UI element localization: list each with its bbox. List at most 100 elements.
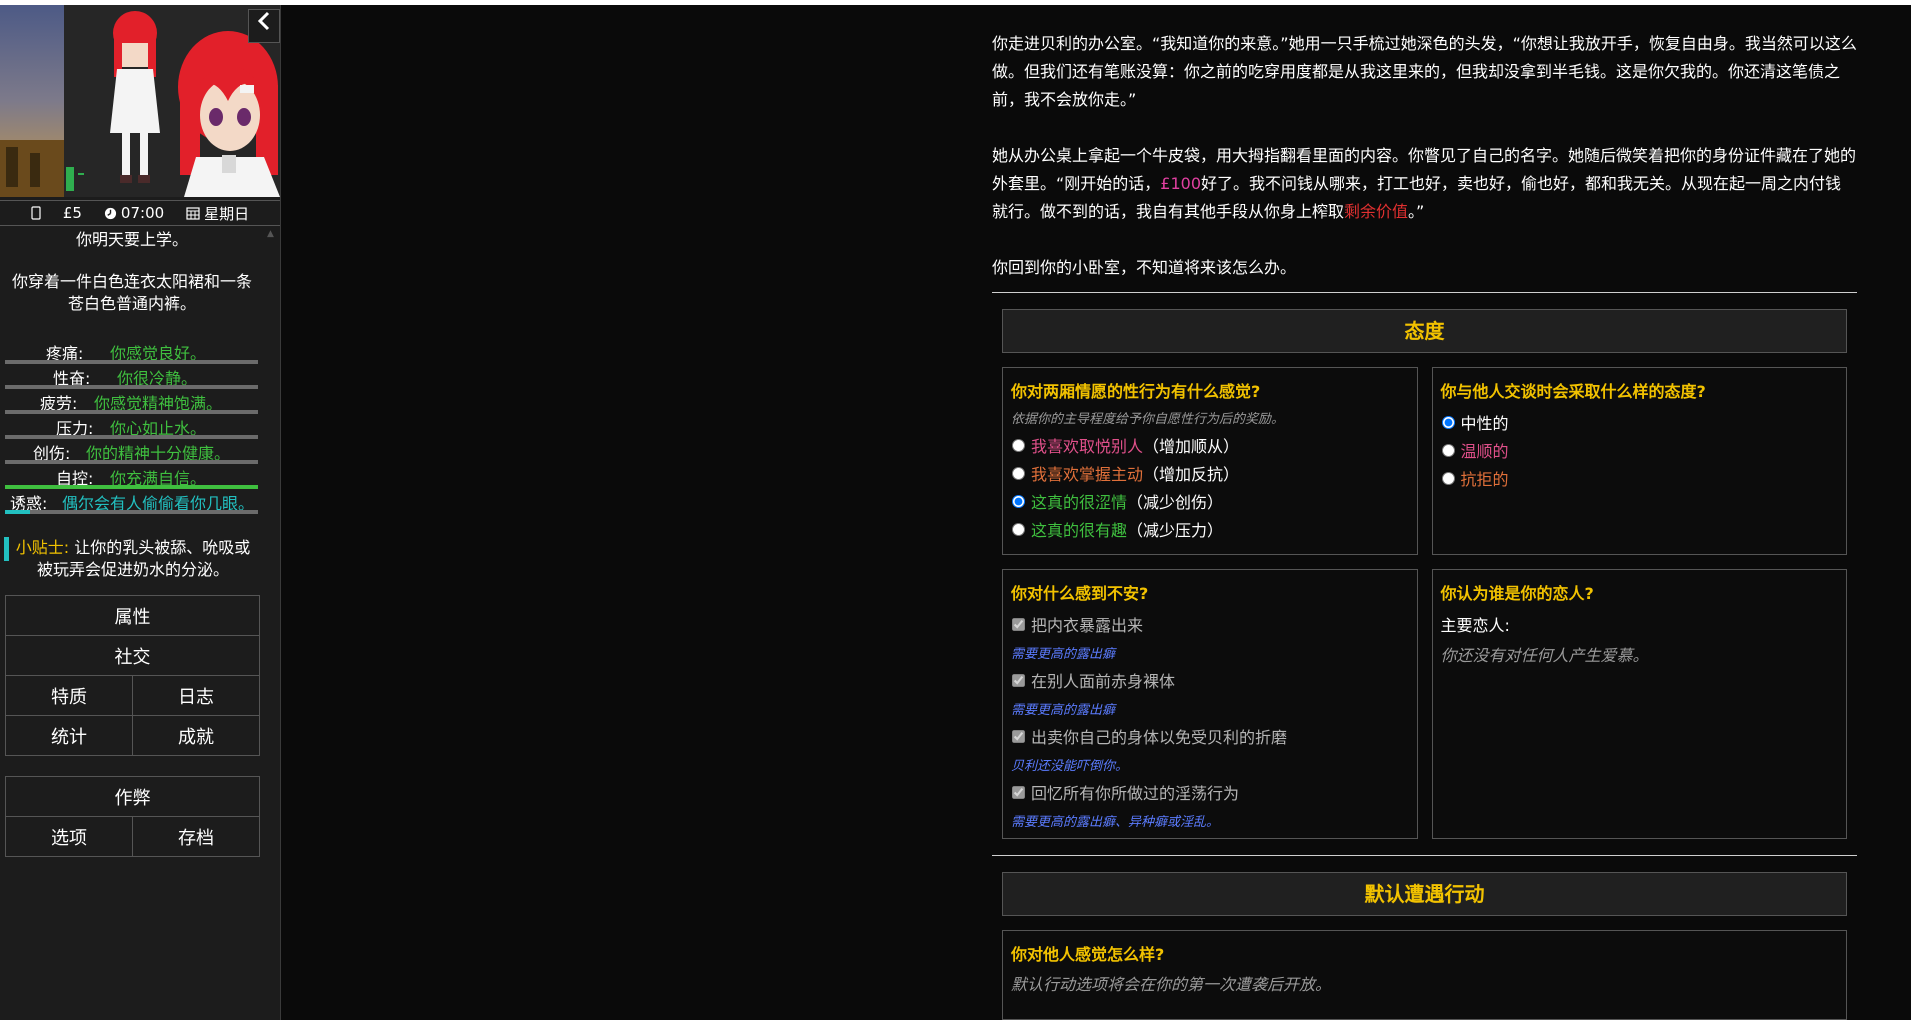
question-hint: 依据你的主导程度给予你自愿性行为后的奖励。 [1011,412,1285,427]
school-notice: 你明天要上学。 [75,230,188,249]
question-title: 你对两厢情愿的性行为有什么感觉? [1011,382,1261,401]
menu-row: 社交 [6,636,259,676]
option-list: 中性的温顺的 抗拒的 [1441,408,1839,492]
no-lover-text: 你还没有对任何人产生爱慕。 [1440,646,1649,665]
menu-row: 统计 成就 [6,716,259,755]
checkbox-label: 在别人面前赤身裸体 [1031,672,1176,691]
question-title: 你对什么感到不安? [1011,584,1149,603]
status-description: 你明天要上学。 你穿着一件白色连衣太阳裙和一条苍白色普通内裤。 [0,229,264,315]
radio-button[interactable] [1012,438,1025,452]
radio-button[interactable] [1441,415,1455,429]
sex-attitude-option[interactable]: 我喜欢掌握主动 （增加反抗） [1011,459,1409,487]
status-bar: £5 07:00 星期日 [0,200,280,226]
talk-attitude-option[interactable]: 中性的 [1441,408,1839,436]
option-label: 中性的 [1460,414,1509,433]
stat-row: 疼痛: 你感觉良好。 [0,339,264,364]
menu-row: 作弊 [6,777,259,817]
system-menu: 作弊 选项 存档 [5,776,260,857]
menu-button[interactable]: 日志 [132,676,259,715]
requirement-note: 需要更高的露出癖 [1011,702,1116,718]
radio-button[interactable] [1012,466,1025,480]
surplus-value-text: 剩余价值 [1344,202,1409,221]
stats-panel: 疼痛: 你感觉良好。 性奋: 你很冷静。 疲劳: 你感觉精神饱满。 压力: 你心如止水。 创伤:… [0,339,264,514]
anxiety-checkbox-item: 在别人面前赤身裸体 [1011,666,1409,694]
divider [992,855,1857,856]
tip-text: 让你的乳头被舔、吮吸或被玩弄会促进奶水的分泌。 [36,538,251,579]
menu-row: 特质 日志 [6,676,259,716]
calendar-icon [186,207,200,220]
option-label: 我喜欢掌握主动 [1031,465,1144,484]
tip-box: 小贴士: 让你的乳头被舔、吮吸或被玩弄会促进奶水的分泌。 [8,537,258,581]
collapse-sidebar-button[interactable] [248,9,280,43]
menu-button[interactable]: 特质 [6,676,132,715]
menu-button[interactable]: 存档 [132,817,259,856]
scroll-up-icon[interactable]: ▲ [267,229,274,239]
talk-attitude-option[interactable]: 温顺的 [1441,436,1839,464]
radio-button[interactable] [1012,522,1025,536]
menu-row: 属性 [6,596,259,636]
time-text: 07:00 [120,204,165,222]
anxiety-checkbox-item: 出卖你自己的身体以免受贝利的折磨 [1011,722,1409,750]
anxiety-question: 你对什么感到不安? 把内衣暴露出来 需要更高的露出癖 在别人面前赤身裸体 需要更高的露… [1002,569,1418,839]
story-paragraph-3: 你回到你的小卧室，不知道将来该怎么办。 [992,258,1297,277]
conversation-attitude-question: 你与他人交谈时会采取什么样的态度? 中性的温顺的 抗拒的 [1431,367,1847,555]
encounter-row: 你对他人感觉怎么样? 默认行动选项将会在你的第一次遭袭后开放。 [1002,930,1847,1020]
menu-button[interactable]: 选项 [6,817,132,856]
debt-amount: £100 [1160,174,1202,193]
lover-question: 你认为谁是你的恋人? 主要恋人: 你还没有对任何人产生爱慕。 [1431,569,1847,839]
main-menu: 属性 社交 特质 日志 统计 成就 [5,595,260,756]
checkbox-list: 把内衣暴露出来 需要更高的露出癖 在别人面前赤身裸体 需要更高的露出癖 出卖你自己的身体… [1011,610,1409,834]
phone-indicator [31,206,41,220]
attitude-section-title: 态度 [1002,309,1847,353]
attitude-row-2: 你对什么感到不安? 把内衣暴露出来 需要更高的露出癖 在别人面前赤身裸体 需要更高的露… [1002,569,1847,839]
sex-attitude-option[interactable]: 这真的很有趣 （减少压力） [1011,515,1409,543]
option-effect: （减少压力） [1127,521,1224,540]
stat-row: 自控: 你充满自信。 [0,464,264,489]
radio-button[interactable] [1012,494,1025,508]
locked-notice: 默认行动选项将会在你的第一次遭袭后开放。 [1011,975,1332,994]
menu-button[interactable]: 作弊 [6,777,259,816]
option-label: 这真的很有趣 [1031,521,1128,540]
clock-icon [104,207,116,219]
chevron-left-icon [257,11,270,31]
question-title: 你与他人交谈时会采取什么样的态度? [1440,382,1706,401]
option-effect: （增加顺从） [1143,437,1240,456]
menu-button[interactable]: 社交 [6,636,259,675]
encounter-section-title: 默认遭遇行动 [1002,872,1847,916]
checkbox-label: 回忆所有你所做过的淫荡行为 [1031,784,1240,803]
story-text: 。” [1408,202,1425,221]
attitude-row-1: 你对两厢情愿的性行为有什么感觉? 依据你的主导程度给予你自愿性行为后的奖励。 我… [1002,367,1847,555]
character-portrait [0,5,280,197]
stat-bar [5,510,258,514]
option-effect: （减少创伤） [1127,493,1224,512]
checkbox-label: 把内衣暴露出来 [1031,616,1144,635]
anxiety-checkbox-item: 回忆所有你所做过的淫荡行为 [1011,778,1409,806]
stat-row: 性奋: 你很冷静。 [0,364,264,389]
stat-row: 创伤: 你的精神十分健康。 [0,439,264,464]
story-paragraph-1: 你走进贝利的办公室。“我知道你的来意。”她用一只手梳过她深色的头发，“你想让我放… [992,34,1857,109]
talk-attitude-option[interactable]: 抗拒的 [1441,464,1839,492]
stat-row: 诱惑: 偶尔会有人偷偷看你几眼。 [0,489,264,514]
consensual-sex-question: 你对两厢情愿的性行为有什么感觉? 依据你的主导程度给予你自愿性行为后的奖励。 我… [1002,367,1418,555]
anxiety-checkbox-item: 把内衣暴露出来 [1011,610,1409,638]
divider [992,292,1857,293]
menu-button[interactable]: 统计 [6,716,132,755]
money-display: £5 [62,204,82,222]
option-effect: （增加反抗） [1143,465,1240,484]
menu-button[interactable]: 成就 [132,716,259,755]
sex-attitude-option[interactable]: 我喜欢取悦别人 （增加顺从） [1011,431,1409,459]
stat-bar-fill [5,510,31,514]
phone-icon [31,206,41,220]
requirement-note: 贝利还没能吓倒你。 [1011,758,1129,774]
radio-button[interactable] [1441,471,1455,485]
checkbox [1012,785,1025,799]
tip-label: 小贴士: [15,538,70,557]
sex-attitude-option[interactable]: 这真的很涩情 （减少创伤） [1011,487,1409,515]
stat-row: 疲劳: 你感觉精神饱满。 [0,389,264,414]
menu-row: 选项 存档 [6,817,259,856]
day-text: 星期日 [204,204,250,223]
option-label: 这真的很涩情 [1031,493,1128,512]
menu-button[interactable]: 属性 [6,596,259,635]
question-title: 你认为谁是你的恋人? [1440,584,1594,603]
radio-button[interactable] [1441,443,1455,457]
